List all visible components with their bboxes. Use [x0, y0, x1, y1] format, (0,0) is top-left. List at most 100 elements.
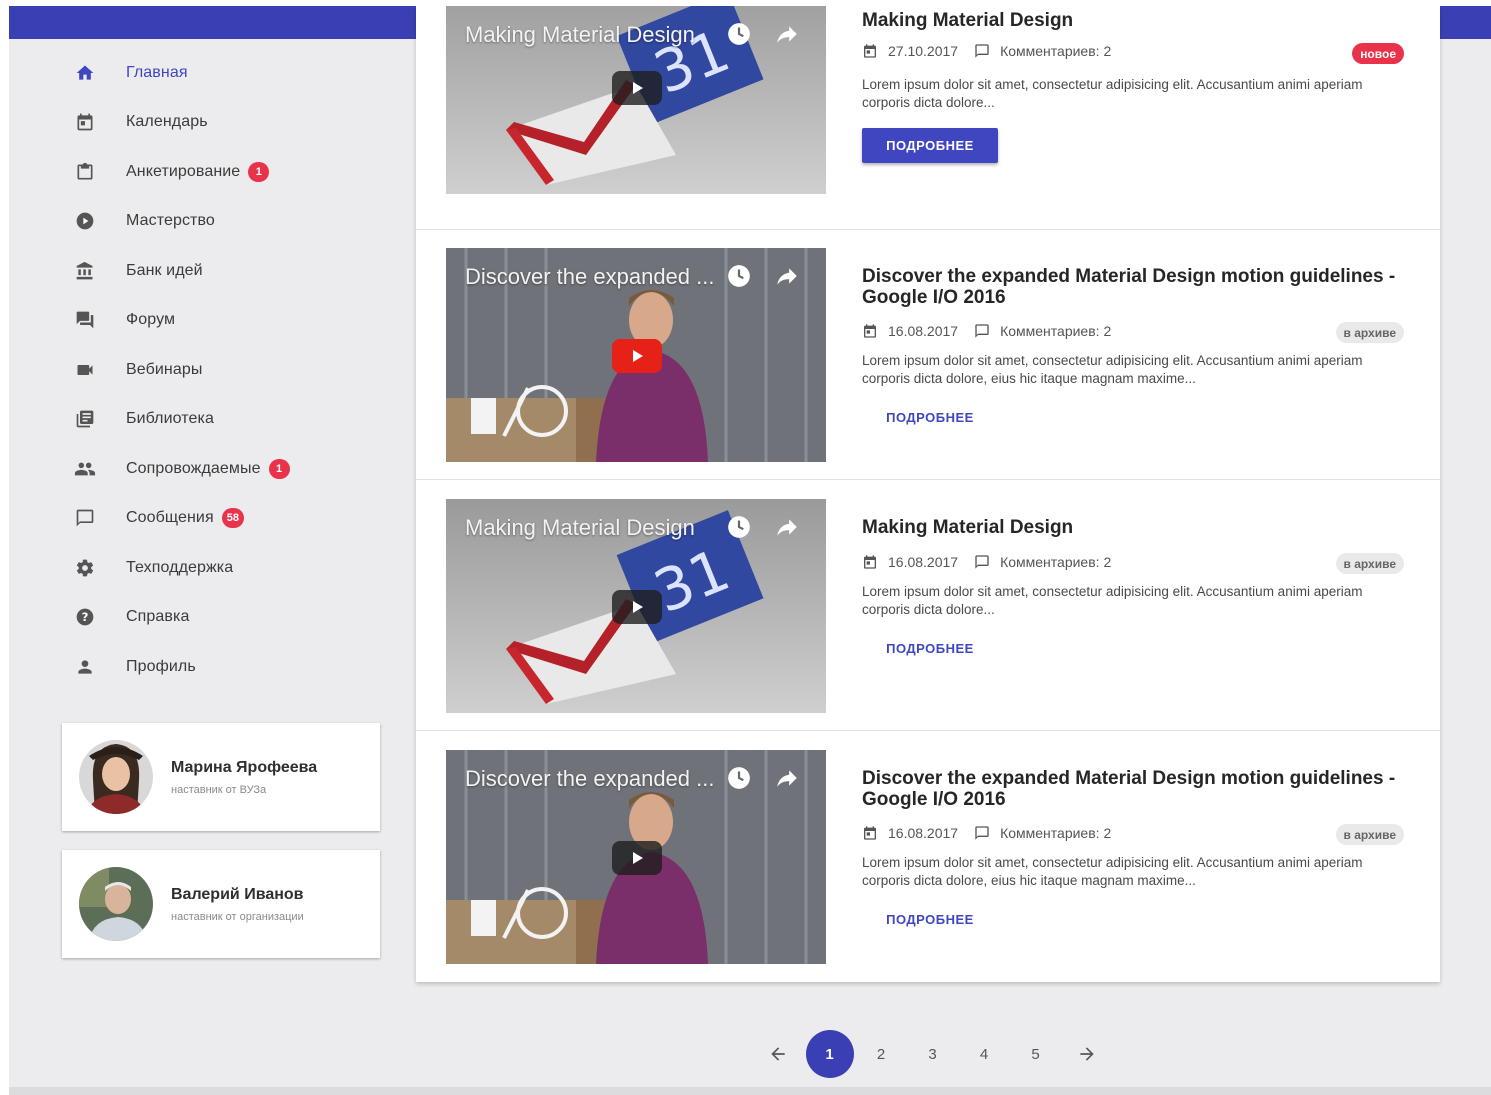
- page-button[interactable]: 2: [857, 1030, 905, 1078]
- video-title-overlay: Making Material Design: [465, 515, 695, 540]
- mentor-card[interactable]: Марина Ярофеева наставник от ВУЗа: [62, 723, 380, 831]
- comment-icon: [974, 825, 990, 841]
- app: Главная Календарь Анкетирование 1 Мастер…: [9, 6, 1491, 1095]
- watch-later-icon[interactable]: [726, 263, 752, 294]
- sidebar-item-forum[interactable]: Форум: [59, 296, 389, 346]
- page-button[interactable]: 4: [960, 1030, 1008, 1078]
- sidebar-item-label: Сопровождаемые: [126, 459, 261, 477]
- news-card: 31 Making Material Design Making Materia…: [416, 6, 1440, 230]
- sidebar-item-help[interactable]: ? Справка: [59, 593, 389, 643]
- gear-icon: [71, 554, 99, 582]
- page-button[interactable]: 5: [1012, 1030, 1060, 1078]
- post-title[interactable]: Making Material Design: [862, 517, 1402, 538]
- video-thumbnail[interactable]: 31 Making Material Design: [446, 6, 826, 194]
- library-icon: [71, 405, 99, 433]
- forum-icon: [71, 306, 99, 334]
- people-icon: [71, 455, 99, 483]
- post-title[interactable]: Discover the expanded Material Design mo…: [862, 768, 1402, 810]
- post-excerpt: Lorem ipsum dolor sit amet, consectetur …: [862, 855, 1363, 888]
- post-excerpt: Lorem ipsum dolor sit amet, consectetur …: [862, 353, 1363, 386]
- play-button[interactable]: [612, 339, 662, 373]
- details-button[interactable]: ПОДРОБНЕЕ: [862, 128, 998, 163]
- help-icon: ?: [71, 603, 99, 631]
- share-icon[interactable]: [774, 514, 800, 545]
- video-thumbnail[interactable]: Discover the expanded ...: [446, 248, 826, 462]
- watch-later-icon[interactable]: [726, 765, 752, 796]
- comments-count: Комментариев: 2: [1000, 323, 1112, 339]
- post-title[interactable]: Discover the expanded Material Design mo…: [862, 266, 1402, 308]
- video-thumbnail[interactable]: 31 Making Material Design: [446, 499, 826, 713]
- video-title-overlay: Discover the expanded ...: [465, 264, 715, 289]
- post-date: 16.08.2017: [888, 554, 959, 570]
- share-icon[interactable]: [774, 21, 800, 52]
- post-meta: 16.08.2017 Комментариев: 2: [862, 825, 1111, 841]
- sidebar-nav: Главная Календарь Анкетирование 1 Мастер…: [59, 48, 389, 692]
- sidebar-item-calendar[interactable]: Календарь: [59, 98, 389, 148]
- mentor-role: наставник от ВУЗа: [171, 783, 267, 796]
- status-badge: в архиве: [1335, 824, 1404, 845]
- details-button[interactable]: ПОДРОБНЕЕ: [862, 902, 998, 937]
- sidebar-item-label: Анкетирование: [126, 162, 241, 180]
- notification-badge: 58: [221, 508, 244, 529]
- videocam-icon: [71, 356, 99, 384]
- sidebar-item-label: Форум: [126, 311, 176, 329]
- calendar-icon: [862, 554, 878, 570]
- status-badge: в архиве: [1335, 553, 1404, 574]
- play-button[interactable]: [612, 71, 662, 105]
- video-title-overlay: Making Material Design: [465, 22, 695, 47]
- comment-icon: [974, 554, 990, 570]
- calendar-icon: [862, 323, 878, 339]
- clipboard-icon: [71, 158, 99, 186]
- details-button[interactable]: ПОДРОБНЕЕ: [862, 631, 998, 666]
- comment-icon: [974, 323, 990, 339]
- sidebar-item-home[interactable]: Главная: [59, 48, 389, 98]
- page-bottom-edge: [9, 1087, 1491, 1095]
- details-button[interactable]: ПОДРОБНЕЕ: [862, 400, 998, 435]
- avatar: [79, 867, 153, 941]
- svg-text:?: ?: [82, 610, 89, 624]
- news-feed: 31 Making Material Design Making Materia…: [416, 6, 1440, 982]
- sidebar-item-messages[interactable]: Сообщения 58: [59, 494, 389, 544]
- arrow-right-icon[interactable]: [1063, 1030, 1111, 1078]
- sidebar-item-webinars[interactable]: Вебинары: [59, 345, 389, 395]
- mentor-name: Марина Ярофеева: [171, 758, 318, 776]
- news-card: Discover the expanded ... Discover the e…: [416, 732, 1440, 982]
- post-excerpt: Lorem ipsum dolor sit amet, consectetur …: [862, 77, 1363, 110]
- bank-icon: [71, 257, 99, 285]
- sidebar-item-library[interactable]: Библиотека: [59, 395, 389, 445]
- sidebar-item-support[interactable]: Техподдержка: [59, 543, 389, 593]
- avatar: [79, 740, 153, 814]
- notification-badge: 1: [268, 458, 290, 479]
- video-thumbnail[interactable]: Discover the expanded ...: [446, 750, 826, 964]
- watch-later-icon[interactable]: [726, 514, 752, 545]
- page-button[interactable]: 3: [909, 1030, 957, 1078]
- share-icon[interactable]: [774, 765, 800, 796]
- mentor-name: Валерий Иванов: [171, 885, 304, 903]
- post-date: 16.08.2017: [888, 323, 959, 339]
- post-meta: 16.08.2017 Комментариев: 2: [862, 554, 1111, 570]
- sidebar-item-survey[interactable]: Анкетирование 1: [59, 147, 389, 197]
- share-icon[interactable]: [774, 263, 800, 294]
- post-title[interactable]: Making Material Design: [862, 10, 1402, 31]
- video-title-overlay: Discover the expanded ...: [465, 766, 715, 791]
- comment-icon: [974, 43, 990, 59]
- sidebar-item-mastery[interactable]: Мастерство: [59, 197, 389, 247]
- sidebar-item-label: Техподдержка: [126, 558, 234, 576]
- sidebar-item-profile[interactable]: Профиль: [59, 642, 389, 692]
- sidebar-item-idea-bank[interactable]: Банк идей: [59, 246, 389, 296]
- news-card: 31 Making Material Design Making Materia…: [416, 481, 1440, 731]
- person-icon: [71, 653, 99, 681]
- play-button[interactable]: [612, 590, 662, 624]
- play-button[interactable]: [612, 841, 662, 875]
- watch-later-icon[interactable]: [726, 21, 752, 52]
- mentor-card[interactable]: Валерий Иванов наставник от организации: [62, 850, 380, 958]
- sidebar-item-mentees[interactable]: Сопровождаемые 1: [59, 444, 389, 494]
- page-button-current[interactable]: 1: [805, 1030, 854, 1078]
- post-meta: 27.10.2017 Комментариев: 2: [862, 43, 1111, 59]
- sidebar-item-label: Банк идей: [126, 261, 203, 279]
- comments-count: Комментариев: 2: [1000, 554, 1112, 570]
- status-badge: новое: [1352, 43, 1404, 64]
- post-excerpt: Lorem ipsum dolor sit amet, consectetur …: [862, 584, 1363, 617]
- arrow-left-icon[interactable]: [754, 1030, 802, 1078]
- post-date: 16.08.2017: [888, 825, 959, 841]
